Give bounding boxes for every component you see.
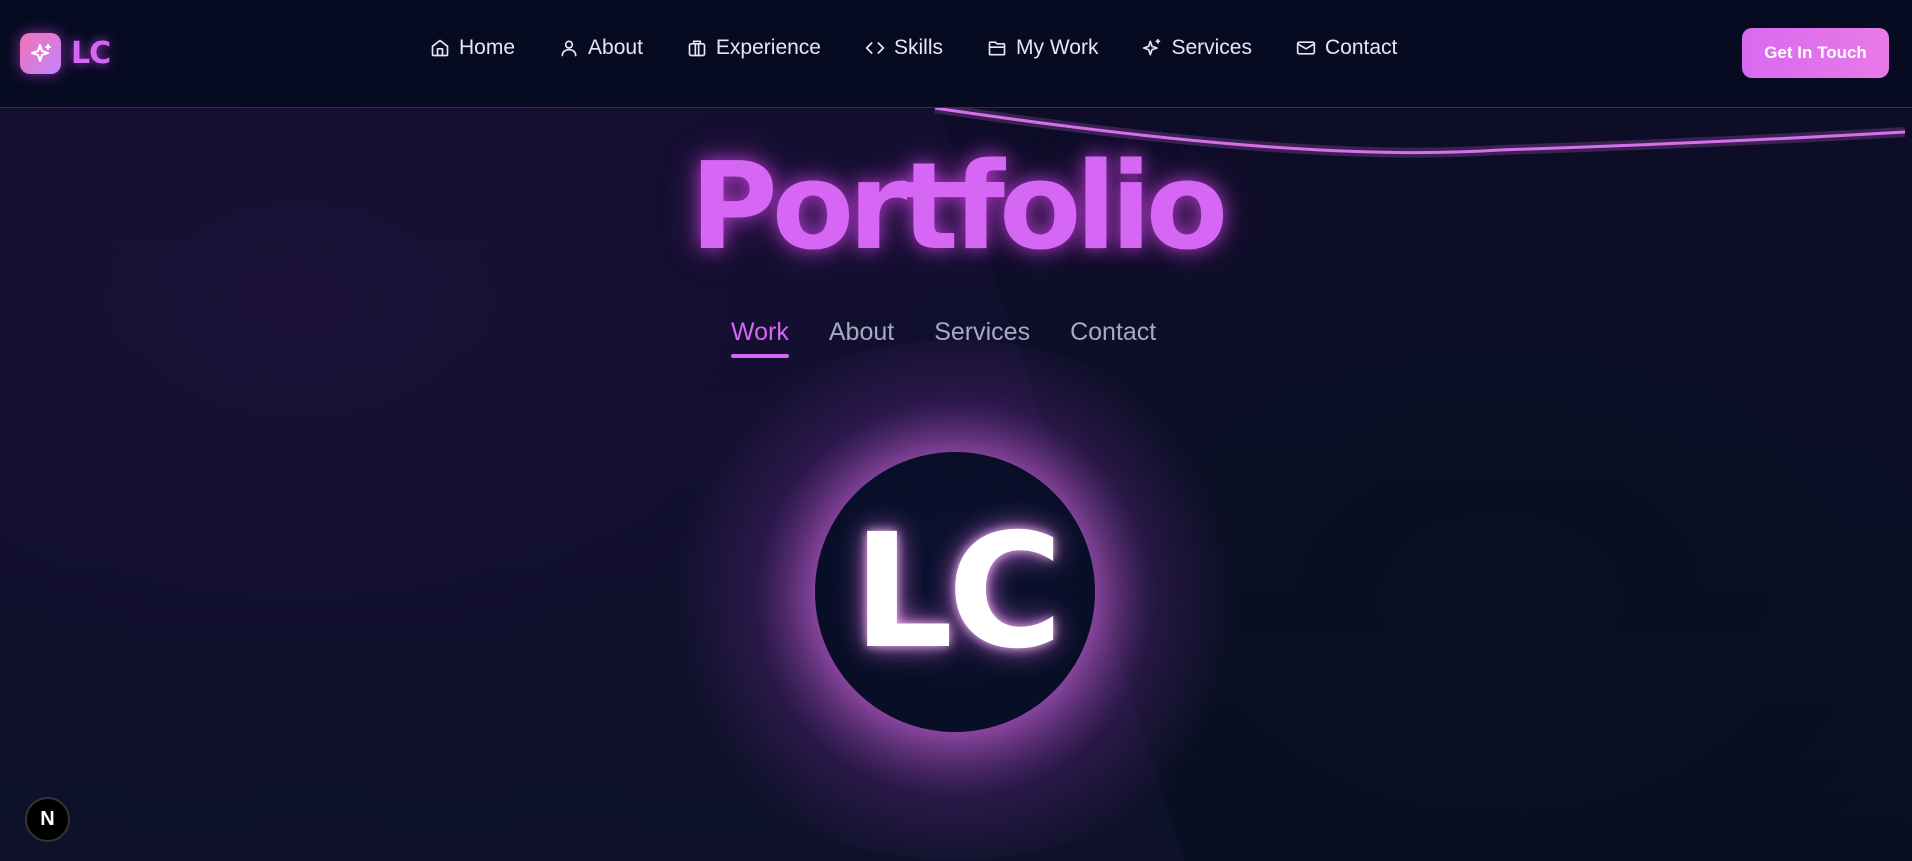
top-nav: LC Home About Experience Skills My Work …: [0, 0, 1912, 108]
main-menu: Home About Experience Skills My Work Ser…: [430, 36, 1441, 60]
brand-logo[interactable]: LC: [20, 33, 111, 74]
nav-item-label: My Work: [1016, 36, 1099, 59]
sparkles-icon: [1143, 38, 1161, 56]
avatar-initials: LC: [852, 500, 1064, 684]
page-title: Portfolio: [689, 138, 1228, 277]
nav-item-label: Home: [459, 36, 516, 59]
tab-services[interactable]: Services: [934, 318, 1030, 355]
get-in-touch-button[interactable]: Get In Touch: [1742, 28, 1889, 78]
nav-item-label: Experience: [715, 36, 821, 59]
nav-item-label: About: [588, 36, 643, 59]
mail-icon: [1296, 41, 1316, 55]
nav-item-services[interactable]: Services: [1142, 36, 1252, 60]
folder-icon: [988, 41, 1006, 56]
dev-tools-badge[interactable]: N: [25, 797, 70, 842]
avatar: LC: [815, 452, 1095, 732]
nav-item-about[interactable]: About: [559, 36, 643, 60]
home-icon: [431, 39, 449, 57]
nav-item-contact[interactable]: Contact: [1296, 36, 1397, 60]
page: LC Home About Experience Skills My Work …: [0, 0, 1912, 861]
nav-item-label: Skills: [893, 36, 943, 59]
logo-text: LC: [71, 36, 111, 71]
nav-item-my-work[interactable]: My Work: [987, 36, 1098, 60]
user-icon: [561, 40, 577, 57]
tab-contact[interactable]: Contact: [1070, 318, 1156, 355]
section-tabs: Work About Services Contact: [731, 318, 1156, 358]
briefcase-icon: [688, 40, 706, 57]
nav-item-label: Contact: [1324, 36, 1398, 59]
tab-about[interactable]: About: [829, 318, 894, 355]
nav-item-experience[interactable]: Experience: [687, 36, 821, 60]
nav-item-label: Services: [1171, 36, 1252, 59]
tab-work[interactable]: Work: [731, 318, 789, 358]
dev-tools-badge-label: N: [40, 808, 55, 830]
code-icon: [865, 42, 885, 54]
nav-item-skills[interactable]: Skills: [865, 36, 943, 60]
nav-item-home[interactable]: Home: [430, 36, 515, 60]
sparkles-icon: [20, 33, 61, 74]
